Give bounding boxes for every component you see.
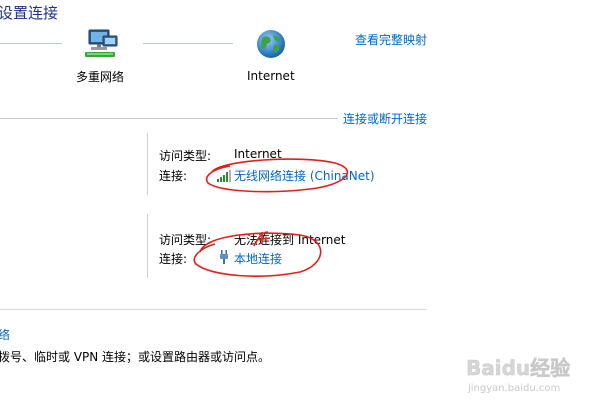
network2-access-type-label: 访问类型:	[159, 233, 212, 247]
section-separator	[0, 309, 427, 310]
map-line-left	[0, 43, 62, 44]
ethernet-plug-icon	[219, 249, 229, 264]
setup-connection-description: 拨号、临时或 VPN 连接；或设置路由器或访问点。	[0, 350, 271, 364]
watermark-url: jingyan.baidu.com	[467, 383, 560, 394]
network2-divider	[147, 214, 148, 278]
red-annotation-marks	[193, 158, 349, 277]
network1-connections-label: 连接:	[159, 169, 188, 183]
page-title: 设置连接	[0, 4, 59, 22]
setup-new-connection-link[interactable]: 络	[0, 326, 10, 343]
connect-disconnect-link[interactable]: 连接或断开连接	[343, 110, 427, 127]
node-label-multiple-networks: 多重网络	[76, 70, 125, 84]
network2-access-type-value: 无法连接到 Internet	[234, 233, 346, 247]
network1-access-type-value: Internet	[234, 147, 282, 161]
section-line-active	[0, 118, 338, 119]
node-label-internet: Internet	[247, 69, 295, 83]
view-full-map-link[interactable]: 查看完整映射	[355, 31, 427, 48]
network2-connections-label: 连接:	[159, 252, 188, 266]
wifi-signal-icon	[217, 167, 231, 182]
baidu-watermark: Baidu经验 jingyan.baidu.com	[466, 355, 586, 395]
wireless-connection-link[interactable]: 无线网络连接 (ChinaNet)	[234, 167, 375, 184]
globe-icon	[255, 28, 287, 60]
local-connection-link[interactable]: 本地连接	[234, 250, 282, 267]
network1-divider	[147, 133, 148, 195]
network-computer-icon	[83, 28, 119, 60]
watermark-brand: Baidu经验	[466, 356, 570, 380]
map-line-middle	[143, 43, 233, 44]
network1-access-type-label: 访问类型:	[159, 149, 212, 163]
